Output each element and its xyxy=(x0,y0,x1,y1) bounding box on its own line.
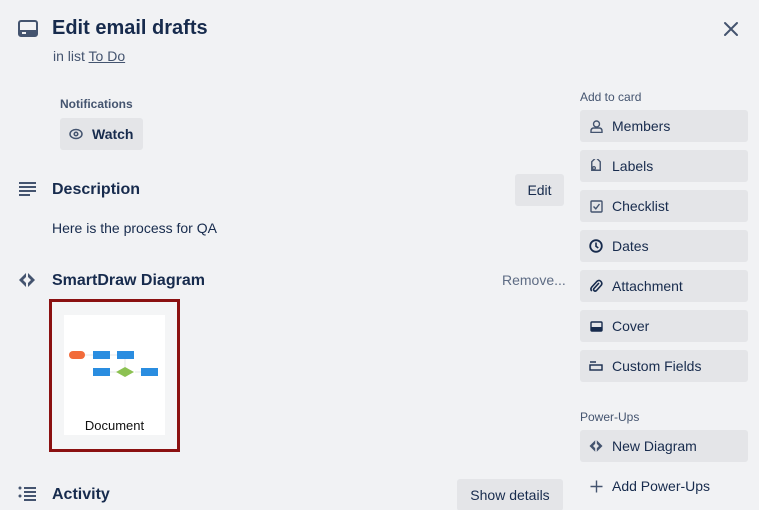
document-caption: Document xyxy=(84,418,145,433)
show-details-button[interactable]: Show details xyxy=(457,479,563,510)
clock-icon xyxy=(589,239,603,253)
notifications-label: Notifications xyxy=(60,97,133,111)
process-node xyxy=(141,368,158,376)
cover-button[interactable]: Cover xyxy=(580,310,748,342)
checklist-button[interactable]: Checklist xyxy=(580,190,748,222)
process-node xyxy=(93,351,110,359)
tag-icon xyxy=(589,159,603,173)
person-icon xyxy=(589,119,603,133)
attachment-label: Attachment xyxy=(612,278,683,294)
custom-fields-button[interactable]: Custom Fields xyxy=(580,350,748,382)
activity-icon xyxy=(18,486,38,506)
cover-icon xyxy=(589,319,603,333)
members-label: Members xyxy=(612,118,671,134)
add-powerups-button[interactable]: Add Power-Ups xyxy=(580,470,748,502)
smartdraw-icon xyxy=(18,271,38,291)
labels-label: Labels xyxy=(612,158,654,174)
checkbox-icon xyxy=(589,199,603,213)
checklist-label: Checklist xyxy=(612,198,669,214)
custom-fields-label: Custom Fields xyxy=(612,358,702,374)
card-icon xyxy=(18,20,38,38)
close-button[interactable] xyxy=(720,18,742,40)
diagram-thumbnail[interactable]: Document xyxy=(49,299,180,452)
watch-label: Watch xyxy=(92,126,134,142)
watch-button[interactable]: Watch xyxy=(60,118,143,150)
list-link[interactable]: To Do xyxy=(89,48,126,64)
edit-description-button[interactable]: Edit xyxy=(515,174,564,206)
list-prefix: in list xyxy=(53,48,89,64)
dates-button[interactable]: Dates xyxy=(580,230,748,262)
list-info: in list To Do xyxy=(53,48,125,64)
diagram-preview: Document xyxy=(64,315,165,435)
plus-icon xyxy=(589,479,603,493)
paperclip-icon xyxy=(589,279,603,293)
card-title[interactable]: Edit email drafts xyxy=(52,17,208,40)
labels-button[interactable]: Labels xyxy=(580,150,748,182)
process-node xyxy=(117,351,134,359)
description-text[interactable]: Here is the process for QA xyxy=(52,220,217,236)
decision-node xyxy=(116,367,134,377)
description-heading: Description xyxy=(52,181,141,198)
process-node xyxy=(93,368,110,376)
cover-label: Cover xyxy=(612,318,650,334)
powerups-label: Power-Ups xyxy=(580,410,640,424)
smartdraw-heading: SmartDraw Diagram xyxy=(52,272,205,289)
remove-diagram-link[interactable]: Remove... xyxy=(502,272,566,288)
description-icon xyxy=(18,181,38,201)
new-diagram-button[interactable]: New Diagram xyxy=(580,430,748,462)
close-icon xyxy=(724,22,738,36)
activity-heading: Activity xyxy=(52,486,110,503)
add-powerups-label: Add Power-Ups xyxy=(612,478,711,494)
custom-fields-icon xyxy=(589,359,603,373)
members-button[interactable]: Members xyxy=(580,110,748,142)
attachment-button[interactable]: Attachment xyxy=(580,270,748,302)
smartdraw-icon xyxy=(589,439,603,453)
dates-label: Dates xyxy=(612,238,649,254)
eye-icon xyxy=(69,128,83,140)
add-to-card-label: Add to card xyxy=(580,90,642,104)
new-diagram-label: New Diagram xyxy=(612,438,697,454)
flowchart-preview xyxy=(69,351,158,377)
start-node xyxy=(69,351,85,359)
